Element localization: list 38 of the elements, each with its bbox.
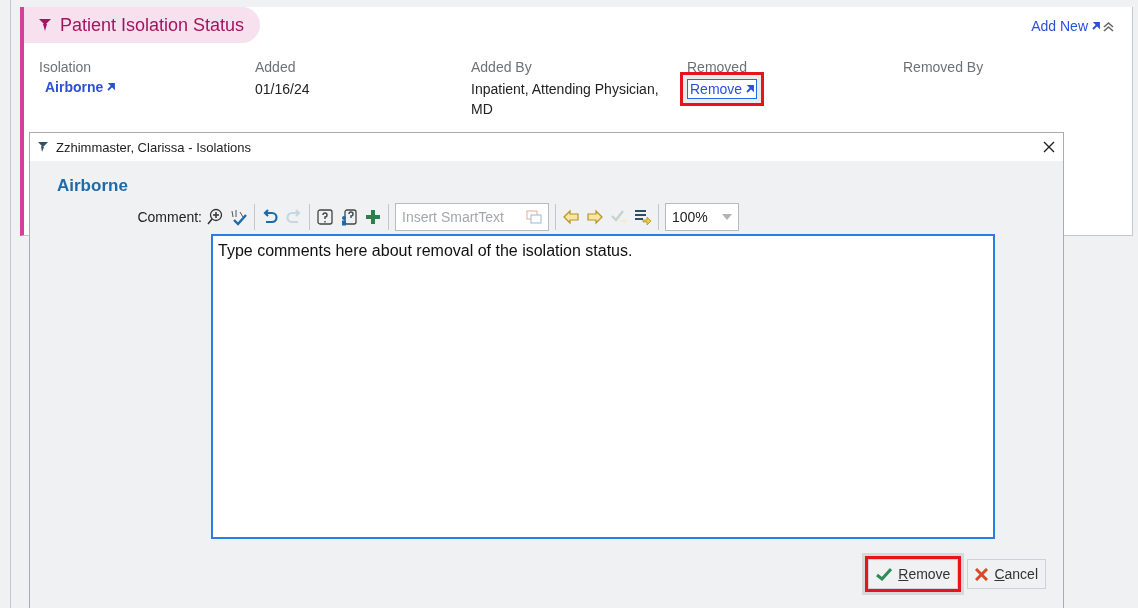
table-cell-text: Inpatient, Attending Physician, MD	[471, 80, 660, 119]
caret-icon	[722, 214, 732, 220]
external-link-icon	[107, 83, 116, 91]
column-header: Removed By	[903, 59, 985, 75]
filter-icon	[38, 18, 52, 32]
collapse-icon[interactable]	[1103, 20, 1114, 32]
help-box-icon[interactable]	[316, 208, 334, 226]
cancel-button[interactable]: Cancel	[967, 559, 1046, 589]
list-arrow-icon[interactable]	[634, 208, 652, 226]
check-arrow-icon[interactable]	[610, 208, 628, 226]
table-cell-text: 01/16/24	[255, 80, 311, 99]
section-title: Patient Isolation Status	[60, 14, 245, 36]
right-arrow-icon[interactable]	[586, 208, 604, 226]
zoom-in-icon[interactable]	[206, 208, 224, 226]
dialog-heading: Airborne	[56, 175, 129, 196]
x-icon	[975, 567, 989, 581]
spell-check-icon[interactable]	[230, 208, 248, 226]
column-header: Isolation	[39, 59, 93, 75]
plus-icon[interactable]	[364, 208, 382, 226]
column-header: Removed	[687, 59, 748, 75]
comment-label: Comment:	[136, 209, 203, 225]
windows-icon	[526, 210, 542, 224]
undo-icon[interactable]	[261, 208, 279, 226]
help-person-icon[interactable]	[340, 208, 358, 226]
comment-field[interactable]: Type comments here about removal of the isolation status.	[211, 234, 995, 539]
close-icon[interactable]	[1043, 141, 1055, 153]
window-title: Zzhimmaster, Clarissa - Isolations	[56, 139, 253, 155]
external-link-icon	[1092, 22, 1100, 30]
remove-button[interactable]: Remove	[868, 559, 959, 589]
checkmark-icon	[876, 567, 893, 581]
isolation-link[interactable]: Airborne	[45, 79, 116, 95]
add-new-link[interactable]: Add New	[1031, 18, 1100, 34]
external-link-icon	[746, 85, 755, 93]
column-header: Added By	[471, 59, 533, 75]
left-arrow-icon[interactable]	[562, 208, 580, 226]
filter-icon	[37, 141, 49, 153]
column-header: Added	[255, 59, 297, 75]
zoom-dropdown[interactable]: 100%	[665, 203, 739, 231]
